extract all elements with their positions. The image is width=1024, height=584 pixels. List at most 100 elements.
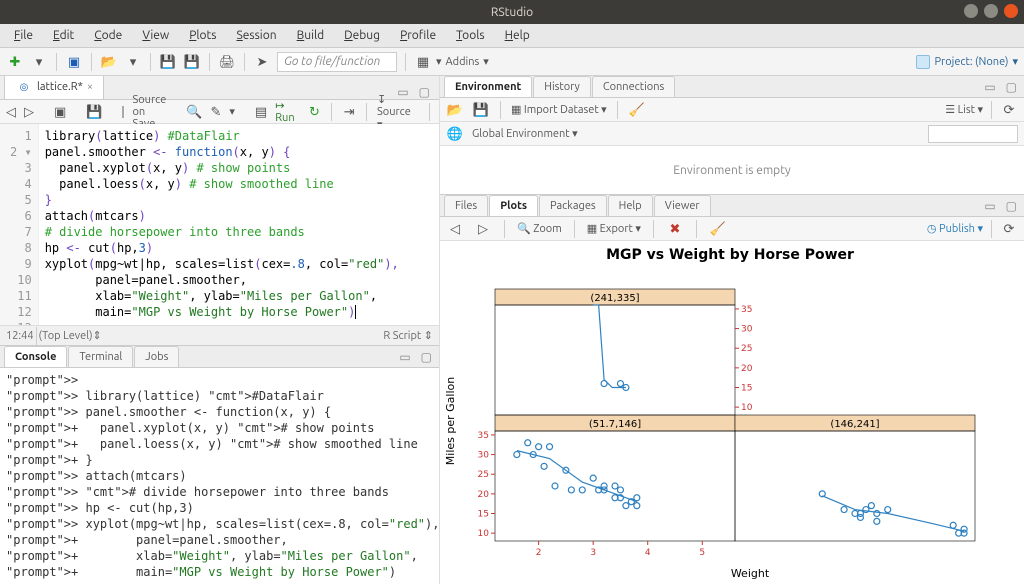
menu-help[interactable]: Help — [497, 27, 538, 44]
tab-help[interactable]: Help — [608, 195, 653, 216]
menu-build[interactable]: Build — [289, 27, 333, 44]
menu-debug[interactable]: Debug — [336, 27, 388, 44]
menu-file[interactable]: File — [6, 27, 41, 44]
tab-packages[interactable]: Packages — [539, 195, 607, 216]
next-plot-icon[interactable]: ▷ — [474, 220, 492, 238]
tab-console[interactable]: Console — [4, 346, 67, 367]
svg-text:15: 15 — [478, 510, 489, 520]
svg-text:25: 25 — [478, 470, 489, 480]
dropdown-icon[interactable]: ▾ — [124, 53, 142, 71]
minimize-pane-icon[interactable]: ▭ — [396, 350, 413, 364]
load-icon[interactable]: 📂 — [446, 101, 464, 119]
menu-profile[interactable]: Profile — [392, 27, 444, 44]
svg-text:25: 25 — [741, 344, 752, 354]
save-env-icon[interactable]: 💾 — [472, 101, 490, 119]
svg-text:4: 4 — [645, 548, 651, 558]
notebook-icon[interactable]: ▤ — [255, 103, 267, 121]
broom-icon[interactable]: 🧹 — [628, 101, 646, 119]
new-file-icon[interactable]: ✚ — [6, 53, 24, 71]
find-icon[interactable]: 🔍 — [186, 103, 202, 121]
main-toolbar: ✚ ▾ ▣ 📂 ▾ 💾 💾 🖨 ➤ Go to file/function ▦ … — [0, 48, 1024, 76]
tab-plots[interactable]: Plots — [489, 195, 538, 216]
source-statusbar: 12:44 (Top Level) ⇕ R Script ⇕ — [0, 325, 439, 345]
type-dropdown-icon[interactable]: ⇕ — [424, 330, 433, 342]
addins-menu[interactable]: ▦ ▾ Addins ▾ — [414, 53, 489, 71]
save-icon[interactable]: 💾 — [86, 103, 102, 121]
open-file-icon[interactable]: 📂 — [100, 53, 118, 71]
run-button[interactable]: ↦ Run — [275, 99, 299, 124]
svg-text:30: 30 — [741, 325, 753, 335]
minimize-pane-icon[interactable]: ▭ — [981, 80, 998, 94]
svg-text:5: 5 — [699, 548, 705, 558]
close-tab-icon[interactable]: × — [87, 81, 93, 93]
refresh-icon[interactable]: ⟳ — [1000, 220, 1018, 238]
env-scope-menu[interactable]: Global Environment ▾ — [472, 127, 578, 140]
svg-text:(241,335]: (241,335] — [590, 293, 639, 304]
wand-icon[interactable]: ✎ — [210, 103, 221, 121]
source-editor[interactable]: 12 ▾345678910111213 library(lattice) #Da… — [0, 124, 439, 325]
refresh-icon[interactable]: ⟳ — [1000, 101, 1018, 119]
svg-text:35: 35 — [478, 431, 489, 441]
clear-plots-icon[interactable]: 🧹 — [709, 220, 727, 238]
goto-icon[interactable]: ➤ — [253, 53, 271, 71]
menu-plots[interactable]: Plots — [181, 27, 224, 44]
import-dataset-menu[interactable]: ▦ Import Dataset ▾ — [511, 103, 607, 116]
svg-text:Weight: Weight — [731, 567, 770, 580]
menu-view[interactable]: View — [134, 27, 177, 44]
show-in-pane-icon[interactable]: ▣ — [54, 103, 66, 121]
svg-text:20: 20 — [478, 490, 490, 500]
menu-session[interactable]: Session — [228, 27, 284, 44]
go-next-icon[interactable]: ⇥ — [342, 103, 356, 121]
tab-history[interactable]: History — [533, 76, 591, 97]
rfile-icon: ◎ — [15, 78, 33, 96]
svg-text:Miles per Gallon: Miles per Gallon — [444, 377, 457, 465]
globe-icon: 🌐 — [446, 125, 464, 143]
project-cube-icon — [916, 55, 930, 69]
console-output[interactable]: "prompt">> "prompt">> library(lattice) "… — [0, 368, 439, 584]
window-close-icon[interactable] — [1004, 4, 1018, 18]
zoom-button[interactable]: 🔍 Zoom — [517, 222, 562, 235]
window-maximize-icon[interactable] — [984, 4, 998, 18]
svg-text:(51.7,146]: (51.7,146] — [589, 419, 641, 430]
save-icon[interactable]: 💾 — [159, 53, 177, 71]
forward-icon[interactable]: ▷ — [24, 103, 34, 121]
tab-terminal[interactable]: Terminal — [68, 346, 133, 367]
new-project-icon[interactable]: ▣ — [65, 53, 83, 71]
svg-text:10: 10 — [478, 529, 490, 539]
export-menu[interactable]: ▦ Export ▾ — [587, 222, 641, 235]
tab-environment[interactable]: Environment — [444, 76, 532, 97]
maximize-pane-icon[interactable]: ▢ — [1003, 80, 1020, 94]
minimize-pane-icon[interactable]: ▭ — [981, 199, 998, 213]
svg-text:MGP vs Weight by Horse Power: MGP vs Weight by Horse Power — [606, 247, 854, 263]
save-all-icon[interactable]: 💾 — [183, 53, 201, 71]
menu-code[interactable]: Code — [86, 27, 130, 44]
print-icon[interactable]: 🖨 — [218, 53, 236, 71]
maximize-pane-icon[interactable]: ▢ — [1003, 199, 1020, 213]
maximize-pane-icon[interactable]: ▢ — [418, 350, 435, 364]
tab-connections[interactable]: Connections — [592, 76, 675, 97]
publish-menu[interactable]: ◷ Publish ▾ — [927, 222, 983, 235]
svg-text:20: 20 — [741, 364, 753, 374]
goto-file-input[interactable]: Go to file/function — [277, 52, 397, 72]
rerun-icon[interactable]: ↻ — [307, 103, 321, 121]
remove-plot-icon[interactable]: ✖ — [666, 220, 684, 238]
menu-tools[interactable]: Tools — [448, 27, 493, 44]
menu-edit[interactable]: Edit — [45, 27, 82, 44]
dropdown-icon[interactable]: ▾ — [30, 53, 48, 71]
project-menu[interactable]: Project: (None) ▾ — [916, 55, 1018, 69]
svg-text:10: 10 — [741, 403, 753, 413]
prev-plot-icon[interactable]: ◁ — [446, 220, 464, 238]
tab-jobs[interactable]: Jobs — [134, 346, 179, 367]
window-minimize-icon[interactable] — [964, 4, 978, 18]
back-icon[interactable]: ◁ — [6, 103, 16, 121]
app-title: RStudio — [491, 6, 533, 19]
tab-files[interactable]: Files — [444, 195, 488, 216]
source-tab-lattice[interactable]: ◎ lattice.R* × — [4, 74, 104, 99]
view-list-menu[interactable]: ☰ List ▾ — [945, 103, 983, 116]
tab-viewer[interactable]: Viewer — [654, 195, 711, 216]
scope-dropdown-icon[interactable]: ⇕ — [93, 329, 102, 342]
source-on-save-check[interactable] — [122, 106, 124, 118]
env-search-input[interactable] — [928, 125, 1018, 143]
titlebar: RStudio — [0, 0, 1024, 24]
svg-text:15: 15 — [741, 384, 752, 394]
